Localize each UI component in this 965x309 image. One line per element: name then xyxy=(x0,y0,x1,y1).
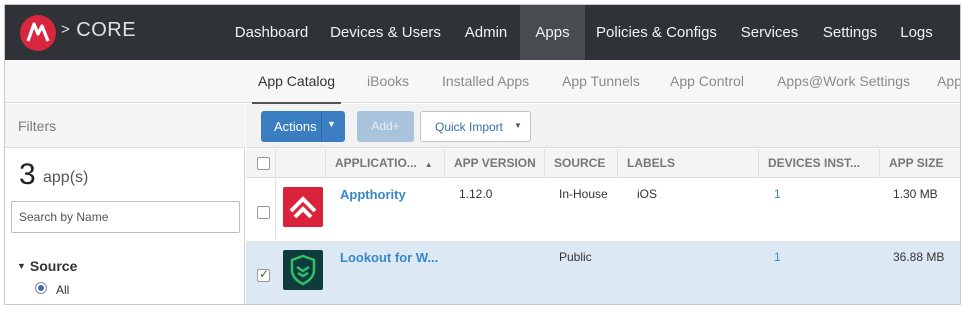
app-version: 1.12.0 xyxy=(459,187,493,201)
table-row[interactable]: Lookout for W... Public 1 36.88 MB xyxy=(246,242,960,304)
app-source: In-House xyxy=(559,187,608,201)
collapse-triangle-icon: ▼ xyxy=(17,261,26,271)
source-filter-toggle[interactable]: ▼ Source xyxy=(17,258,77,274)
tab-installed-apps[interactable]: Installed Apps xyxy=(442,60,529,103)
brand-name: CORE xyxy=(76,19,137,41)
tab-app-tunnels[interactable]: App Tunnels xyxy=(562,60,640,103)
column-app-version[interactable]: APP VERSION xyxy=(444,149,544,178)
catalog-toolbar: Actions ▼ Add+ Quick Import ▼ xyxy=(246,104,960,148)
actions-button[interactable]: Actions ▼ xyxy=(261,111,345,142)
devices-installed-link[interactable]: 1 xyxy=(774,250,781,264)
row-divider xyxy=(275,242,276,304)
tab-app-catalog[interactable]: App Catalog xyxy=(251,60,342,104)
nav-settings[interactable]: Settings xyxy=(811,5,889,60)
column-application-label: APPLICATIO... xyxy=(335,156,417,170)
tab-app-truncated[interactable]: App xyxy=(937,60,960,103)
app-size: 1.30 MB xyxy=(893,187,938,201)
mobileiron-logo-icon[interactable] xyxy=(19,14,57,52)
table-row[interactable]: Appthority 1.12.0 In-House iOS 1 1.30 MB xyxy=(246,179,960,242)
search-by-name-input[interactable] xyxy=(11,201,240,233)
add-app-button[interactable]: Add+ xyxy=(357,111,414,142)
tab-app-control[interactable]: App Control xyxy=(670,60,744,103)
appthority-icon xyxy=(283,187,323,227)
actions-button-label: Actions xyxy=(274,119,317,134)
brand-title: > CORE xyxy=(61,19,136,42)
icon-column-header xyxy=(275,149,325,178)
app-count-unit: app(s) xyxy=(43,169,89,186)
actions-button-divider xyxy=(321,111,322,142)
filters-title: Filters xyxy=(18,118,57,134)
column-app-size[interactable]: APP SIZE xyxy=(879,149,960,178)
quick-import-label: Quick Import xyxy=(435,120,504,134)
nav-logs[interactable]: Logs xyxy=(889,5,944,60)
nav-services[interactable]: Services xyxy=(728,5,811,60)
tab-ibooks[interactable]: iBooks xyxy=(367,60,409,103)
filters-panel: Filters 3 app(s) ▼Source All xyxy=(5,104,245,304)
app-labels: iOS xyxy=(637,187,658,201)
source-all-label: All xyxy=(56,283,70,297)
lookout-icon xyxy=(283,250,323,290)
app-window: > CORE Dashboard Devices & Users Admin Ap… xyxy=(4,4,961,305)
app-source: Public xyxy=(559,250,592,264)
apps-sub-nav: App Catalog iBooks Installed Apps App Tu… xyxy=(5,60,960,104)
nav-policies-configs[interactable]: Policies & Configs xyxy=(585,5,728,60)
nav-apps[interactable]: Apps xyxy=(520,5,585,60)
apps-table-header: APPLICATIO... ▲ APP VERSION SOURCE LABELS… xyxy=(246,149,960,178)
row-divider xyxy=(275,179,276,242)
column-devices-installed[interactable]: DEVICES INST... xyxy=(758,149,879,178)
row-checkbox[interactable] xyxy=(257,267,270,282)
sort-ascending-icon: ▲ xyxy=(424,160,433,169)
app-count: 3 xyxy=(19,158,36,191)
column-application-name[interactable]: APPLICATIO... ▲ xyxy=(325,149,444,178)
brand-chevron: > xyxy=(61,21,71,38)
select-all-checkbox[interactable] xyxy=(257,157,270,170)
app-name-link[interactable]: Lookout for W... xyxy=(340,250,438,265)
nav-devices-users[interactable]: Devices & Users xyxy=(319,5,452,60)
quick-import-button[interactable]: Quick Import ▼ xyxy=(420,111,531,142)
source-all-radio[interactable] xyxy=(35,282,47,294)
top-nav-bar: > CORE Dashboard Devices & Users Admin Ap… xyxy=(5,5,960,60)
nav-admin[interactable]: Admin xyxy=(452,5,520,60)
column-labels[interactable]: LABELS xyxy=(617,149,758,178)
tab-apps-at-work-settings[interactable]: Apps@Work Settings xyxy=(777,60,910,103)
app-name-link[interactable]: Appthority xyxy=(340,187,406,202)
filters-header: Filters xyxy=(5,104,245,148)
caret-down-icon: ▼ xyxy=(514,121,522,130)
devices-installed-link[interactable]: 1 xyxy=(774,187,781,201)
source-filter-title: Source xyxy=(29,258,78,274)
nav-dashboard[interactable]: Dashboard xyxy=(224,5,319,60)
caret-down-icon: ▼ xyxy=(327,119,336,129)
row-checkbox[interactable] xyxy=(257,206,270,219)
app-size: 36.88 MB xyxy=(893,250,945,264)
column-source[interactable]: SOURCE xyxy=(544,149,617,178)
